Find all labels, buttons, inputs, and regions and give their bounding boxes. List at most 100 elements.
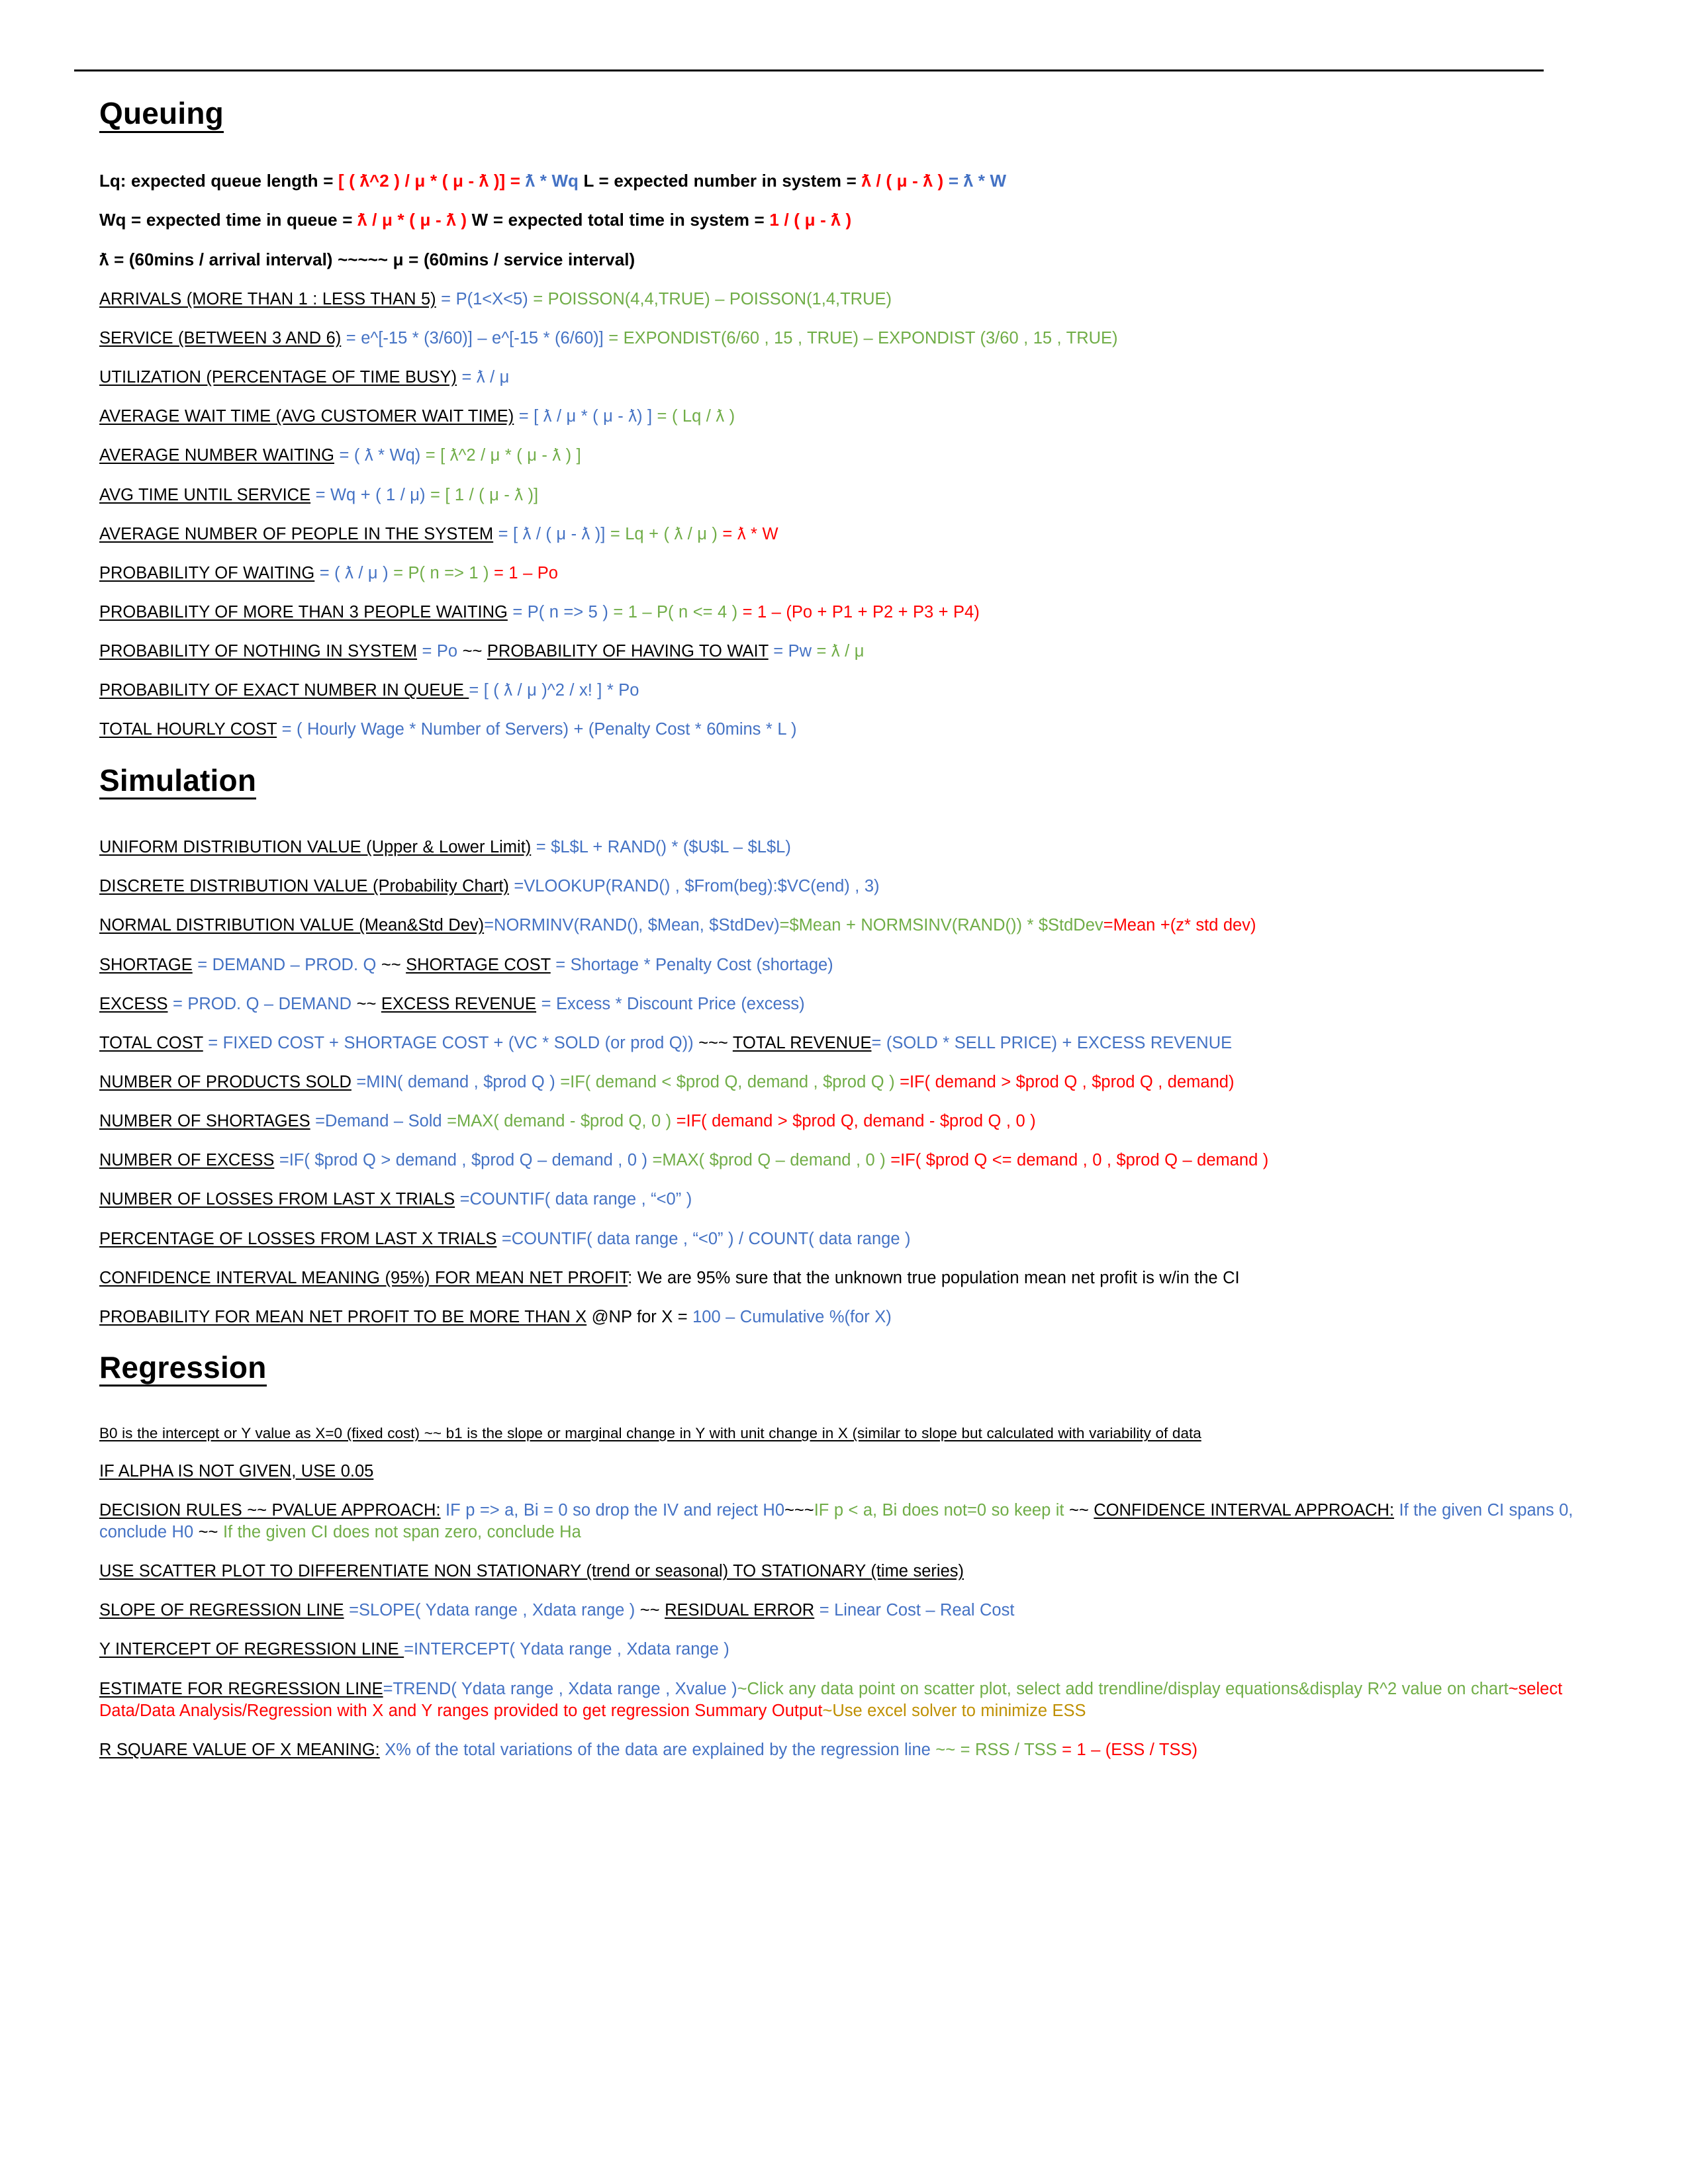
- text-span: X% of the total variations of the data a…: [379, 1740, 931, 1759]
- text-span: RESIDUAL ERROR: [665, 1601, 815, 1620]
- text-span: IF p < a, Bi does not=0 so keep it: [814, 1500, 1064, 1520]
- formula-line-s-prob-net-profit: PROBABILITY FOR MEAN NET PROFIT TO BE MO…: [99, 1306, 1589, 1328]
- text-span: 100 – Cumulative %(for X): [692, 1307, 892, 1326]
- text-span: 1 – Po: [508, 563, 558, 582]
- text-span: L = expected number in system =: [578, 170, 862, 191]
- formula-line-s-total-cost: TOTAL COST = FIXED COST + SHORTAGE COST …: [99, 1032, 1589, 1054]
- formula-line-q-prob-exact: PROBABILITY OF EXACT NUMBER IN QUEUE = […: [99, 680, 1589, 702]
- text-span: =: [277, 720, 297, 739]
- text-span: USE SCATTER PLOT TO DIFFERENTIATE NON ST…: [99, 1562, 964, 1581]
- text-span: =INTERCEPT( Ydata range , Xdata range ): [404, 1640, 729, 1659]
- text-span: Po: [436, 642, 458, 661]
- text-span: ƛ / μ * ( μ - ƛ ): [357, 210, 467, 230]
- text-span: =IF( demand > $prod Q , $prod Q , demand…: [894, 1072, 1235, 1091]
- text-span: : We are 95% sure that the unknown true …: [628, 1268, 1240, 1287]
- formula-line-r-alpha: IF ALPHA IS NOT GIVEN, USE 0.05: [99, 1461, 1589, 1482]
- section-title-wrap: Simulation: [99, 763, 1589, 817]
- text-span: ARRIVALS (MORE THAN 1 : LESS THAN 5): [99, 289, 436, 308]
- text-span: $L$L + RAND() * ($U$L – $L$L): [551, 838, 791, 857]
- text-span: PROD. Q – DEMAND: [187, 994, 352, 1013]
- formula-line-s-normal: NORMAL DISTRIBUTION VALUE (Mean&Std Dev)…: [99, 915, 1589, 936]
- text-span: DEMAND – PROD. Q: [212, 955, 377, 974]
- text-span: =$Mean + NORMSINV(RAND()) * $StdDev: [779, 916, 1103, 935]
- formula-line-q-utilization: UTILIZATION (PERCENTAGE OF TIME BUSY) = …: [99, 367, 1589, 388]
- text-span: 1 / ( μ - ƛ ): [769, 210, 852, 230]
- text-span: ( ƛ / μ ): [334, 563, 389, 582]
- text-span: =SLOPE( Ydata range , Xdata range ): [344, 1601, 635, 1620]
- section-title-regression: Regression: [99, 1350, 267, 1387]
- text-span: IF ALPHA IS NOT GIVEN, USE 0.05: [99, 1461, 374, 1480]
- formula-line-q-lambda-mu: ƛ = (60mins / arrival interval) ~~~~~ μ …: [99, 249, 1589, 271]
- text-span: POISSON(4,4,TRUE) – POISSON(1,4,TRUE): [547, 289, 892, 308]
- text-span: =: [768, 642, 788, 661]
- text-span: PROBABILITY OF MORE THAN 3 PEOPLE WAITIN…: [99, 603, 508, 622]
- formula-line-s-shortage: SHORTAGE = DEMAND – PROD. Q ~~ SHORTAGE …: [99, 954, 1589, 976]
- text-span: ~~~: [784, 1500, 814, 1520]
- text-span: =: [608, 603, 628, 622]
- text-span: ~~: [1064, 1500, 1094, 1520]
- section-title-queuing: Queuing: [99, 96, 224, 133]
- text-span: [ ƛ^2 / μ * ( μ - ƛ ) ]: [440, 446, 581, 465]
- text-span: PROBABILITY OF NOTHING IN SYSTEM: [99, 642, 418, 661]
- formula-line-s-excess: EXCESS = PROD. Q – DEMAND ~~ EXCESS REVE…: [99, 993, 1589, 1015]
- text-span: P( n => 1 ): [408, 563, 489, 582]
- text-span: =: [605, 524, 626, 543]
- text-span: e^[-15 * (3/60)] – e^[-15 * (6/60)]: [361, 329, 604, 348]
- formula-line-s-losses: NUMBER OF LOSSES FROM LAST X TRIALS =COU…: [99, 1189, 1589, 1210]
- text-span: =IF( $prod Q > demand , $prod Q – demand…: [274, 1151, 648, 1170]
- formula-line-r-slope: SLOPE OF REGRESSION LINE =SLOPE( Ydata r…: [99, 1600, 1589, 1621]
- text-span: [ ( ƛ / μ )^2 / x! ] * Po: [483, 681, 639, 700]
- formula-line-q-wq: Wq = expected time in queue = ƛ / μ * ( …: [99, 209, 1589, 232]
- text-span: =VLOOKUP(RAND() , $From(beg):$VC(end) , …: [508, 877, 880, 896]
- text-span: =Demand – Sold: [310, 1112, 442, 1131]
- text-span: ƛ / ( μ - ƛ ): [861, 170, 949, 191]
- text-span: =: [203, 1033, 223, 1052]
- text-span: Pw: [788, 642, 812, 661]
- text-span: =: [192, 955, 212, 974]
- formula-line-s-discrete: DISCRETE DISTRIBUTION VALUE (Probability…: [99, 876, 1589, 897]
- text-span: [ ƛ / μ * ( μ - ƛ) ]: [534, 407, 653, 426]
- formula-line-r-decision-rules: DECISION RULES ~~ PVALUE APPROACH: IF p …: [99, 1500, 1589, 1543]
- text-span: =: [1056, 1740, 1077, 1759]
- text-span: =: [341, 329, 361, 348]
- text-span: Lq + ( ƛ / μ ): [625, 524, 718, 543]
- text-span: =: [314, 563, 335, 582]
- text-span: =IF( demand > $prod Q, demand - $prod Q …: [671, 1112, 1036, 1131]
- formula-line-q-prob-nothing: PROBABILITY OF NOTHING IN SYSTEM = Po ~~…: [99, 641, 1589, 662]
- text-span: SHORTAGE COST: [406, 955, 551, 974]
- formula-line-q-prob-waiting: PROBABILITY OF WAITING = ( ƛ / μ ) = P( …: [99, 563, 1589, 584]
- text-span: =IF( $prod Q <= demand , 0 , $prod Q – d…: [885, 1151, 1269, 1170]
- text-span: Shortage * Penalty Cost (shortage): [570, 955, 833, 974]
- text-span: DECISION RULES ~~ PVALUE APPROACH:: [99, 1500, 441, 1520]
- text-span: @NP for X =: [586, 1307, 693, 1326]
- text-span: NORMAL DISTRIBUTION VALUE (Mean&Std Dev): [99, 916, 485, 935]
- text-span: IF p => a, Bi = 0 so drop the IV and rej…: [440, 1500, 784, 1520]
- formula-line-r-b0-b1: B0 is the intercept or Y value as X=0 (f…: [99, 1424, 1589, 1443]
- formula-line-q-arrivals: ARRIVALS (MORE THAN 1 : LESS THAN 5) = P…: [99, 289, 1589, 310]
- text-span: ƛ / μ: [831, 642, 865, 661]
- text-span: =: [514, 407, 534, 426]
- text-span: PROBABILITY OF EXACT NUMBER IN QUEUE: [99, 681, 469, 700]
- text-span: =MIN( demand , $prod Q ): [351, 1072, 555, 1091]
- text-span: CONFIDENCE INTERVAL MEANING (95%) FOR ME…: [99, 1268, 628, 1287]
- formula-line-q-avg-time-until-service: AVG TIME UNTIL SERVICE = Wq + ( 1 / μ) =…: [99, 484, 1589, 506]
- text-span: FIXED COST + SHORTAGE COST + (VC * SOLD …: [222, 1033, 694, 1052]
- text-span: ( ƛ * Wq): [353, 446, 421, 465]
- formula-line-q-avg-number-waiting: AVERAGE NUMBER WAITING = ( ƛ * Wq) = [ ƛ…: [99, 445, 1589, 467]
- text-span: EXCESS REVENUE: [381, 994, 537, 1013]
- text-span: (SOLD * SELL PRICE) + EXCESS REVENUE: [886, 1033, 1233, 1052]
- text-span: AVERAGE NUMBER WAITING: [99, 446, 334, 465]
- text-span: If the given CI does not span zero, conc…: [222, 1522, 581, 1541]
- text-span: =: [489, 563, 509, 582]
- formula-line-s-uniform: UNIFORM DISTRIBUTION VALUE (Upper & Lowe…: [99, 837, 1589, 858]
- text-span: AVERAGE NUMBER OF PEOPLE IN THE SYSTEM: [99, 524, 494, 543]
- formula-line-q-avg-number-in-system: AVERAGE NUMBER OF PEOPLE IN THE SYSTEM =…: [99, 523, 1589, 545]
- text-span: PROBABILITY OF HAVING TO WAIT: [487, 642, 769, 661]
- document-page: Queuing Lq: expected queue length = [ ( ƛ…: [0, 0, 1688, 2184]
- section-regression: Regression B0 is the intercept or Y value…: [99, 1350, 1589, 1761]
- text-span: AVERAGE WAIT TIME (AVG CUSTOMER WAIT TIM…: [99, 407, 514, 426]
- section-queuing: Queuing Lq: expected queue length = [ ( ƛ…: [99, 96, 1589, 741]
- text-span: NUMBER OF EXCESS: [99, 1151, 275, 1170]
- text-span: =MAX( demand - $prod Q, 0 ): [442, 1112, 672, 1131]
- text-span: ~~: [457, 642, 487, 661]
